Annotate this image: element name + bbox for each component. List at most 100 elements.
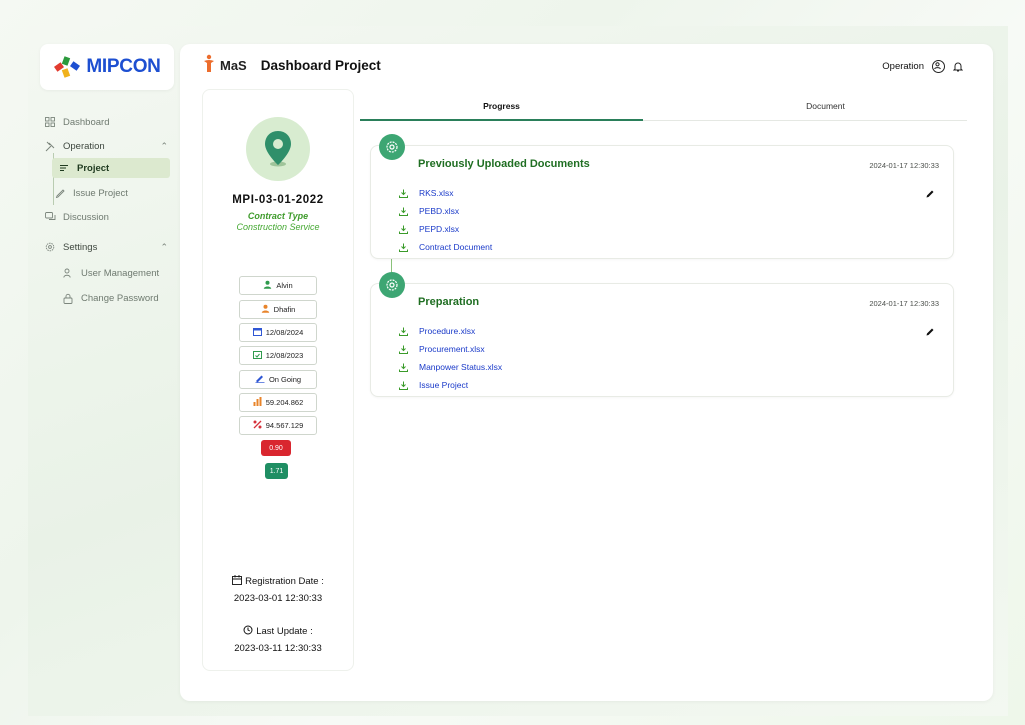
download-icon[interactable] [398,363,408,372]
sidebar-nav: Dashboard Operation ⌃ Project Issue Proj… [44,110,176,310]
last-update-value: 2023-03-11 12:30:33 [234,643,322,654]
registration-label-text: Registration Date : [245,576,324,587]
manager-chip: Alvin [239,276,317,295]
timeline-date: 2024-01-17 12:30:33 [869,161,939,170]
file-link[interactable]: Manpower Status.xlsx [398,358,502,376]
bell-icon[interactable] [952,61,964,72]
active-tab-indicator [360,119,643,121]
download-icon[interactable] [398,327,408,336]
sidebar-item-label: Discussion [63,211,109,223]
chevron-up-icon[interactable]: ⌃ [160,242,168,253]
sidebar-item-label: User Management [81,267,160,279]
sidebar-item-label: Settings [63,241,98,253]
sidebar-item-label: Project [77,162,110,174]
download-icon[interactable] [398,189,408,198]
page-title: Dashboard Project [260,58,381,73]
calendar-icon [232,575,243,588]
timeline-title: Previously Uploaded Documents [418,158,590,170]
user-menu-label[interactable]: Operation [882,61,924,72]
download-icon[interactable] [398,381,408,390]
sidebar-item-issue-project[interactable]: Issue Project [44,181,176,205]
file-name[interactable]: Procedure.xlsx [419,326,475,336]
file-link[interactable]: Issue Project [398,376,502,394]
percent-chip: 94.567.129 [239,416,317,435]
brand-mas: MaS [220,58,247,73]
user-circle-icon[interactable] [932,60,945,73]
sidebar-item-project[interactable]: Project [52,158,170,178]
sidebar-item-discussion[interactable]: Discussion [44,205,176,229]
file-name[interactable]: PEBD.xlsx [419,206,459,216]
engineer-chip: Dhafin [239,300,317,319]
tab-document[interactable]: Document [684,94,967,118]
file-link[interactable]: Procedure.xlsx [398,322,502,340]
calendar-check-icon [252,350,262,361]
calendar-icon [252,327,262,338]
sidebar-item-dashboard[interactable]: Dashboard [44,110,176,134]
edit-icon [255,374,265,385]
chip-label: 59.204.862 [265,398,304,407]
download-icon[interactable] [398,243,408,252]
chevron-up-icon[interactable]: ⌃ [160,141,168,152]
file-name[interactable]: Issue Project [419,380,468,390]
file-link[interactable]: Procurement.xlsx [398,340,502,358]
header-actions: Operation [882,60,964,73]
chip-label: Alvin [276,281,293,290]
sidebar-item-operation[interactable]: Operation ⌃ [44,134,176,158]
timeline-title: Preparation [418,296,480,308]
tab-progress[interactable]: Progress [360,94,643,118]
status-chip: On Going [239,370,317,389]
app-brand: MaS Dashboard Project [202,54,381,77]
file-name[interactable]: Contract Document [419,242,492,252]
file-list: RKS.xlsx PEBD.xlsx PEPD.xlsx Contract Do… [398,184,492,256]
file-link[interactable]: Contract Document [398,238,492,256]
logo[interactable]: MIPCON [40,44,174,90]
file-name[interactable]: RKS.xlsx [419,188,453,198]
file-link[interactable]: PEBD.xlsx [398,202,492,220]
sidebar-item-label: Dashboard [63,116,110,128]
sidebar-item-label: Change Password [81,292,159,304]
chat-icon [44,211,56,223]
mas-logo-icon [202,54,216,77]
edit-pencil-icon[interactable] [925,189,935,202]
file-name[interactable]: Procurement.xlsx [419,344,485,354]
logo-text: MIPCON [86,56,161,77]
chip-label: 94.567.129 [265,421,304,430]
list-icon [58,162,70,174]
start-date-chip: 12/08/2023 [239,346,317,365]
mipcon-logo-icon [53,55,83,79]
user-icon [261,304,270,315]
file-name[interactable]: PEPD.xlsx [419,224,459,234]
sidebar-item-label: Issue Project [73,187,128,199]
edit-pencil-icon[interactable] [925,327,935,340]
last-update-label-text: Last Update : [256,626,313,637]
download-icon[interactable] [398,207,408,216]
tools-icon [44,140,56,152]
percent-icon [253,420,262,431]
location-pin-icon [246,117,310,181]
gear-icon [379,134,405,160]
lock-icon [62,292,74,304]
sidebar-item-label: Operation [63,140,105,152]
pen-icon [54,187,66,199]
sidebar-item-change-password[interactable]: Change Password [44,286,176,310]
sidebar-item-settings[interactable]: Settings ⌃ [44,235,176,259]
file-link[interactable]: PEPD.xlsx [398,220,492,238]
grid-icon [44,116,56,128]
chip-label: On Going [268,375,302,384]
project-code: MPI-03-01-2022 [232,194,324,206]
user-icon [263,280,272,291]
timeline-date: 2024-01-17 12:30:33 [869,299,939,308]
gear-icon [379,272,405,298]
file-link[interactable]: RKS.xlsx [398,184,492,202]
download-icon[interactable] [398,345,408,354]
chip-label: 12/08/2023 [265,351,304,360]
gear-icon [44,241,56,253]
chip-label: 12/08/2024 [265,328,304,337]
sidebar-item-user-management[interactable]: User Management [44,261,176,285]
contract-type-label: Contract Type [247,211,309,221]
last-update-label: Last Update : [203,625,353,638]
download-icon[interactable] [398,225,408,234]
file-name[interactable]: Manpower Status.xlsx [419,362,502,372]
cpi-badge: 1.71 [265,463,288,479]
bar-chart-icon [253,397,262,408]
